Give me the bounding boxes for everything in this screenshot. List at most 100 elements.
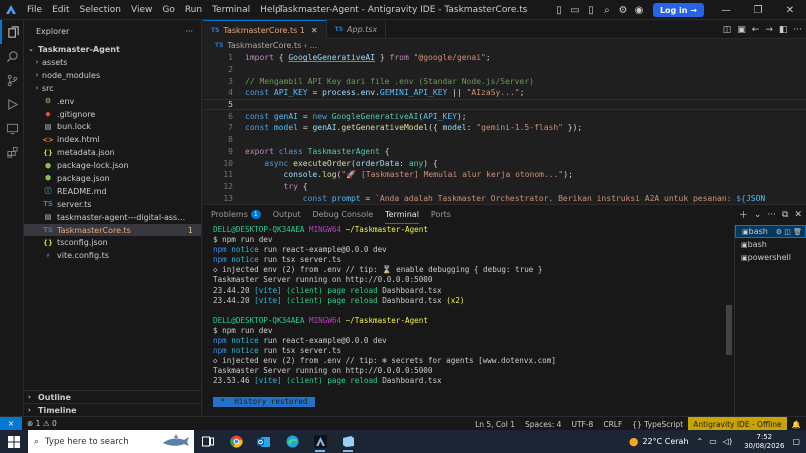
explorer-icon[interactable] bbox=[0, 20, 24, 44]
minimize-button[interactable]: — bbox=[710, 0, 742, 20]
terminal-instance-bash[interactable]: ▣ bash ⚙ ◫ 🗑 bbox=[735, 225, 806, 238]
tree-file[interactable]: ⬢ package.json bbox=[24, 172, 201, 185]
outline-section[interactable]: › Outline bbox=[24, 390, 202, 403]
workspace-root-folder[interactable]: ⌄ Taskmaster-Agent bbox=[24, 42, 201, 56]
tab-debug-console[interactable]: Debug Console bbox=[313, 205, 374, 224]
menu-help[interactable]: Help bbox=[255, 0, 286, 20]
layout-panel-icon[interactable]: ▭ bbox=[568, 3, 582, 17]
terminal-text: 23.44.20 bbox=[213, 285, 255, 295]
tree-file[interactable]: {} metadata.json bbox=[24, 146, 201, 159]
task-view-icon[interactable] bbox=[194, 430, 222, 453]
tree-file[interactable]: ▤ bun.lock bbox=[24, 120, 201, 133]
chrome-browser-icon[interactable] bbox=[222, 430, 250, 453]
taskbar-clock[interactable]: 7:52 30/08/2026 bbox=[744, 433, 784, 451]
network-icon[interactable]: ▭ bbox=[709, 437, 717, 446]
taskbar-search[interactable]: ⌕ Type here to search bbox=[28, 430, 194, 453]
maximize-button[interactable]: ❐ bbox=[742, 0, 774, 20]
tab-taskmastercore[interactable]: TS TaskmasterCore.ts 1 ✕ bbox=[203, 20, 327, 39]
tab-label: App.tsx bbox=[347, 25, 378, 34]
more-actions-icon[interactable]: ··· bbox=[793, 25, 802, 35]
timeline-section[interactable]: › Timeline bbox=[24, 403, 202, 416]
back-arrow-icon[interactable]: ← bbox=[752, 25, 760, 35]
layout-secondary-icon[interactable]: ▯ bbox=[584, 3, 598, 17]
tree-file[interactable]: <> index.html bbox=[24, 133, 201, 146]
tray-chevron-icon[interactable]: ⌃ bbox=[697, 437, 704, 446]
tree-file[interactable]: ◆ .gitignore bbox=[24, 108, 201, 121]
terminal-list: ▣ bash ⚙ ◫ 🗑 ▣ bash ▣ powershell bbox=[734, 225, 806, 417]
terminal-dropdown-icon[interactable]: ⌄ bbox=[754, 210, 762, 220]
tree-file[interactable]: ⓘ README.md bbox=[24, 185, 201, 198]
breadcrumb-symbol[interactable]: ... bbox=[310, 41, 318, 50]
new-terminal-icon[interactable]: ＋ bbox=[739, 208, 748, 221]
cursor-position[interactable]: Ln 5, Col 1 bbox=[475, 420, 515, 429]
remote-indicator-icon[interactable]: ⨯ bbox=[0, 416, 22, 431]
close-tab-icon[interactable]: ✕ bbox=[311, 26, 318, 35]
menu-run[interactable]: Run bbox=[180, 0, 207, 20]
more-actions-icon[interactable]: ··· bbox=[767, 210, 776, 220]
split-right-icon[interactable]: ◧ bbox=[779, 25, 788, 35]
outlook-icon[interactable] bbox=[250, 430, 278, 453]
menu-file[interactable]: File bbox=[22, 0, 47, 20]
ide-status-badge[interactable]: Antigravity IDE - Offline bbox=[688, 417, 787, 431]
breadcrumb-file[interactable]: TaskmasterCore.ts bbox=[227, 41, 301, 50]
tab-problems[interactable]: Problems 1 bbox=[211, 205, 261, 224]
edge-browser-icon[interactable] bbox=[278, 430, 306, 453]
remote-explorer-icon[interactable] bbox=[0, 116, 24, 140]
notification-center-icon[interactable]: ▢ bbox=[792, 437, 800, 446]
terminal-instance-bash[interactable]: ▣ bash bbox=[735, 238, 806, 251]
tree-file[interactable]: TS server.ts bbox=[24, 198, 201, 211]
tab-terminal[interactable]: Terminal bbox=[385, 205, 419, 224]
menu-view[interactable]: View bbox=[126, 0, 157, 20]
menu-selection[interactable]: Selection bbox=[75, 0, 126, 20]
end-of-line[interactable]: CRLF bbox=[603, 420, 622, 429]
tree-file[interactable]: ⬢ package-lock.json bbox=[24, 159, 201, 172]
tree-folder[interactable]: › src bbox=[24, 82, 201, 95]
layout-sidebar-icon[interactable]: ▯ bbox=[552, 3, 566, 17]
terminal-instance-actions-icon[interactable]: ⚙ ◫ 🗑 bbox=[776, 228, 802, 236]
encoding[interactable]: UTF-8 bbox=[571, 420, 593, 429]
volume-icon[interactable]: ◁) bbox=[723, 437, 732, 446]
more-actions-icon[interactable]: ··· bbox=[185, 27, 193, 36]
toggle-panel-icon[interactable]: ▣ bbox=[737, 25, 746, 35]
extensions-icon[interactable] bbox=[0, 140, 24, 164]
notifications-bell-icon[interactable]: 🔔 bbox=[792, 420, 801, 429]
menu-go[interactable]: Go bbox=[157, 0, 179, 20]
menu-edit[interactable]: Edit bbox=[47, 0, 74, 20]
tree-file[interactable]: TS TaskmasterCore.ts 1 bbox=[24, 223, 201, 237]
tab-ports[interactable]: Ports bbox=[431, 205, 451, 224]
search-icon[interactable]: ⌕ bbox=[600, 3, 614, 17]
run-debug-icon[interactable] bbox=[0, 92, 24, 116]
indentation[interactable]: Spaces: 4 bbox=[525, 420, 561, 429]
antigravity-ide-taskbar-icon[interactable] bbox=[306, 430, 334, 453]
tree-file[interactable]: ⚡ vite.config.ts bbox=[24, 249, 201, 262]
problems-status[interactable]: ⊗ 1 ⚠ 0 bbox=[27, 419, 57, 428]
search-view-icon[interactable] bbox=[0, 44, 24, 68]
terminal-instance-powershell[interactable]: ▣ powershell bbox=[735, 251, 806, 264]
terminal-text: run react-example@0.0.0 dev bbox=[263, 245, 387, 255]
account-icon[interactable]: ◉ bbox=[632, 3, 646, 17]
source-control-icon[interactable] bbox=[0, 68, 24, 92]
terminal-output[interactable]: DELL@DESKTOP-QK34AEA MINGW64 ~/Taskmaste… bbox=[203, 225, 733, 417]
close-panel-icon[interactable]: ✕ bbox=[794, 210, 802, 220]
close-window-button[interactable]: ✕ bbox=[774, 0, 806, 20]
tree-folder[interactable]: › node_modules bbox=[24, 69, 201, 82]
file-type-icon: TS bbox=[43, 226, 53, 235]
language-mode[interactable]: {} TypeScript bbox=[632, 420, 683, 429]
weather-text[interactable]: 22°C Cerah bbox=[642, 437, 688, 446]
tree-file[interactable]: ▤ taskmaster-agent---digital-assembly-lin… bbox=[24, 211, 201, 224]
tab-app-tsx[interactable]: TS App.tsx bbox=[327, 20, 387, 39]
settings-gear-icon[interactable]: ⚙ bbox=[616, 3, 630, 17]
file-app-taskbar-icon[interactable] bbox=[334, 430, 362, 453]
login-button[interactable]: Log in → bbox=[652, 3, 704, 17]
maximize-panel-icon[interactable]: ⧉ bbox=[782, 210, 788, 220]
menu-terminal[interactable]: Terminal bbox=[207, 0, 255, 20]
terminal-scrollbar[interactable] bbox=[726, 305, 732, 355]
tree-file[interactable]: {} tsconfig.json bbox=[24, 236, 201, 249]
windows-start-icon[interactable] bbox=[0, 430, 28, 453]
split-editor-icon[interactable]: ◫ bbox=[723, 25, 732, 35]
tree-file[interactable]: ⚙ .env bbox=[24, 95, 201, 108]
forward-arrow-icon[interactable]: → bbox=[765, 25, 773, 35]
tab-output[interactable]: Output bbox=[273, 205, 301, 224]
code-editor[interactable]: 1 import { GoogleGenerativeAI } from "@go… bbox=[203, 52, 806, 204]
tree-folder[interactable]: › assets bbox=[24, 56, 201, 69]
